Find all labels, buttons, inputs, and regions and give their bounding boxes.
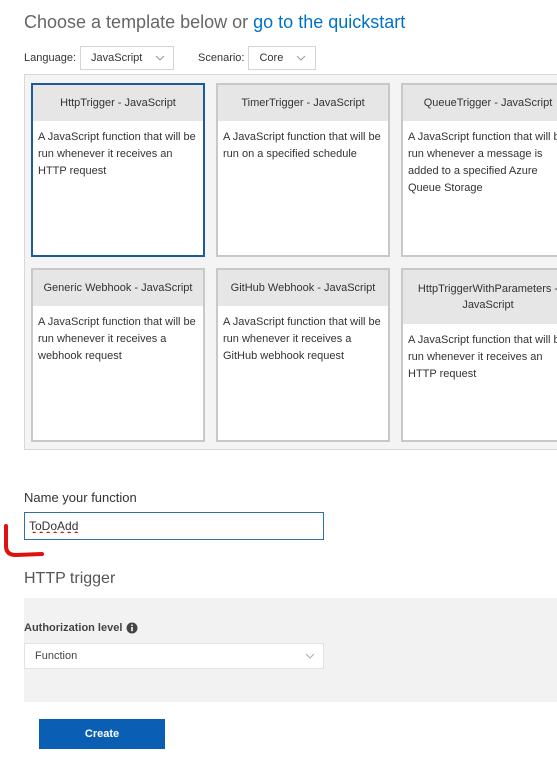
template-card-timertrigger[interactable]: TimerTrigger - JavaScript A JavaScript f…: [216, 83, 390, 257]
chevron-down-icon: [295, 52, 307, 64]
template-grid: HttpTrigger - JavaScript A JavaScript fu…: [24, 74, 557, 450]
authorization-level-text: Authorization level: [24, 622, 123, 634]
template-card-github-webhook[interactable]: GitHub Webhook - JavaScript A JavaScript…: [216, 268, 390, 442]
page-heading: Choose a template below or go to the qui…: [24, 12, 405, 33]
quickstart-link[interactable]: go to the quickstart: [253, 12, 405, 32]
language-select[interactable]: JavaScript: [80, 46, 174, 70]
info-icon[interactable]: [126, 622, 138, 634]
template-card-title: QueueTrigger - JavaScript: [403, 85, 557, 121]
template-card-queuetrigger[interactable]: QueueTrigger - JavaScript A JavaScript f…: [401, 83, 557, 257]
template-card-httptrigger-with-parameters[interactable]: HttpTriggerWithParameters - JavaScript A…: [401, 268, 557, 442]
scenario-select[interactable]: Core: [248, 46, 317, 70]
create-button[interactable]: Create: [39, 719, 165, 749]
template-card-description: A JavaScript function that will be run w…: [38, 316, 196, 362]
template-card-title: Generic Webhook - JavaScript: [33, 270, 203, 306]
template-card-httptrigger[interactable]: HttpTrigger - JavaScript A JavaScript fu…: [31, 83, 205, 257]
http-trigger-title: HTTP trigger: [24, 570, 116, 587]
template-card-generic-webhook[interactable]: Generic Webhook - JavaScript A JavaScrip…: [31, 268, 205, 442]
template-card-description: A JavaScript function that will be run o…: [223, 131, 381, 160]
template-card-description: A JavaScript function that will be run w…: [408, 131, 557, 194]
scenario-label: Scenario:: [198, 52, 245, 64]
scenario-value: Core: [259, 52, 284, 64]
function-template-page: Choose a template below or go to the qui…: [0, 0, 557, 774]
template-card-title: HttpTriggerWithParameters - JavaScript: [403, 270, 557, 324]
http-trigger-settings: Authorization level Function: [24, 598, 557, 702]
template-card-description: A JavaScript function that will be run w…: [223, 316, 381, 362]
heading-text: Choose a template below or: [24, 12, 249, 32]
chevron-down-icon: [154, 52, 165, 64]
template-card-title: TimerTrigger - JavaScript: [218, 85, 388, 121]
language-label: Language:: [24, 52, 76, 64]
function-name-label: Name your function: [24, 490, 137, 505]
authorization-level-label: Authorization level: [24, 622, 138, 634]
template-card-title: HttpTrigger - JavaScript: [33, 85, 203, 121]
template-filters: Language: JavaScript Scenario: Core: [24, 44, 317, 72]
template-card-description: A JavaScript function that will be run w…: [38, 131, 196, 177]
language-value: JavaScript: [91, 52, 143, 64]
authorization-level-value: Function: [35, 650, 78, 662]
template-card-title: GitHub Webhook - JavaScript: [218, 270, 388, 306]
annotation-mark: [4, 524, 44, 558]
chevron-down-icon: [305, 650, 315, 662]
function-name-input[interactable]: [24, 512, 324, 540]
authorization-level-select[interactable]: Function: [24, 643, 324, 669]
template-card-description: A JavaScript function that will be run w…: [408, 334, 557, 380]
